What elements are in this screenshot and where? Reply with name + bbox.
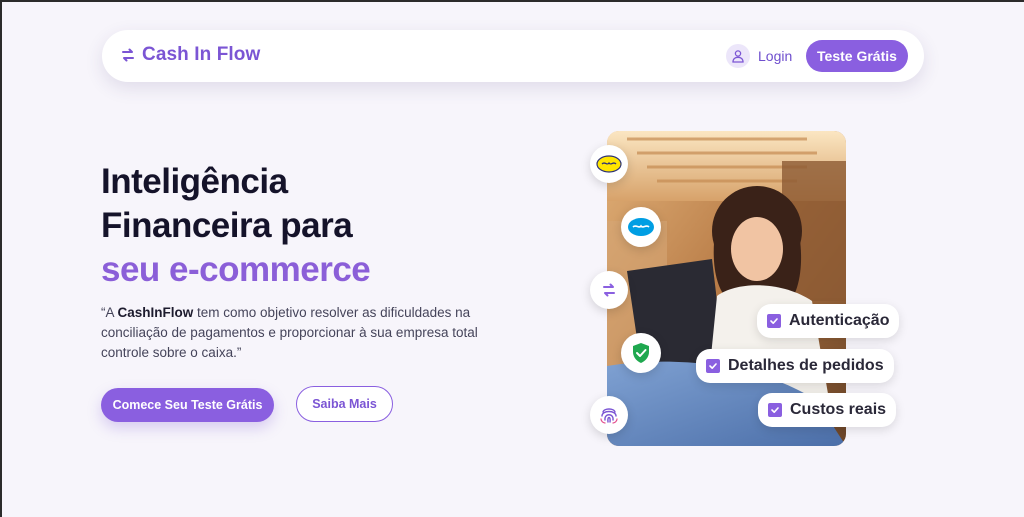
- login-link[interactable]: Login: [726, 44, 792, 68]
- hero-desc-prefix: “A: [101, 305, 118, 320]
- mercado-pago-icon: [628, 218, 654, 236]
- window-edge-top: [0, 0, 1024, 2]
- check-icon: [706, 359, 720, 373]
- nav-trial-button[interactable]: Teste Grátis: [806, 40, 908, 72]
- start-trial-button[interactable]: Comece Seu Teste Grátis: [101, 388, 274, 422]
- hero-desc-brand: CashInFlow: [117, 305, 194, 320]
- feature-badge-authentication: Autenticação: [757, 304, 900, 338]
- shield-check-icon: [633, 343, 649, 363]
- mercado-livre-badge: [590, 145, 628, 183]
- navbar: Cash In Flow Login Teste Grátis: [102, 30, 924, 82]
- check-icon: [767, 314, 781, 328]
- cash-flow-icon: [122, 48, 134, 62]
- feature-badge-order-details: Detalhes de pedidos: [696, 349, 894, 383]
- window-edge-left: [0, 0, 2, 517]
- brand-name: Cash In Flow: [142, 44, 261, 65]
- hero-title-accent: seu e-commerce: [101, 250, 371, 289]
- fingerprint-icon: [600, 408, 618, 424]
- hero-title-line-2: Financeira para: [101, 206, 353, 245]
- hero-description: “A CashInFlow tem como objetivo resolver…: [101, 303, 491, 363]
- check-icon: [768, 403, 782, 417]
- feature-badge-real-costs: Custos reais: [758, 393, 897, 427]
- feature-label: Autenticação: [789, 312, 890, 329]
- cash-flow-badge: [590, 271, 628, 309]
- mercado-pago-badge: [621, 207, 661, 247]
- feature-label: Detalhes de pedidos: [728, 357, 884, 374]
- hero-title-line-1: Inteligência: [101, 162, 288, 201]
- security-badge: [621, 333, 661, 373]
- feature-label: Custos reais: [790, 401, 887, 418]
- user-icon: [726, 44, 750, 68]
- login-label: Login: [758, 48, 793, 64]
- hero-title: Inteligência Financeira para seu e-comme…: [101, 160, 521, 292]
- mercado-livre-icon: [596, 155, 622, 173]
- cash-flow-icon: [603, 283, 615, 297]
- fingerprint-badge: [590, 396, 628, 434]
- learn-more-button[interactable]: Saiba Mais: [296, 386, 393, 422]
- brand-logo[interactable]: Cash In Flow: [120, 44, 260, 66]
